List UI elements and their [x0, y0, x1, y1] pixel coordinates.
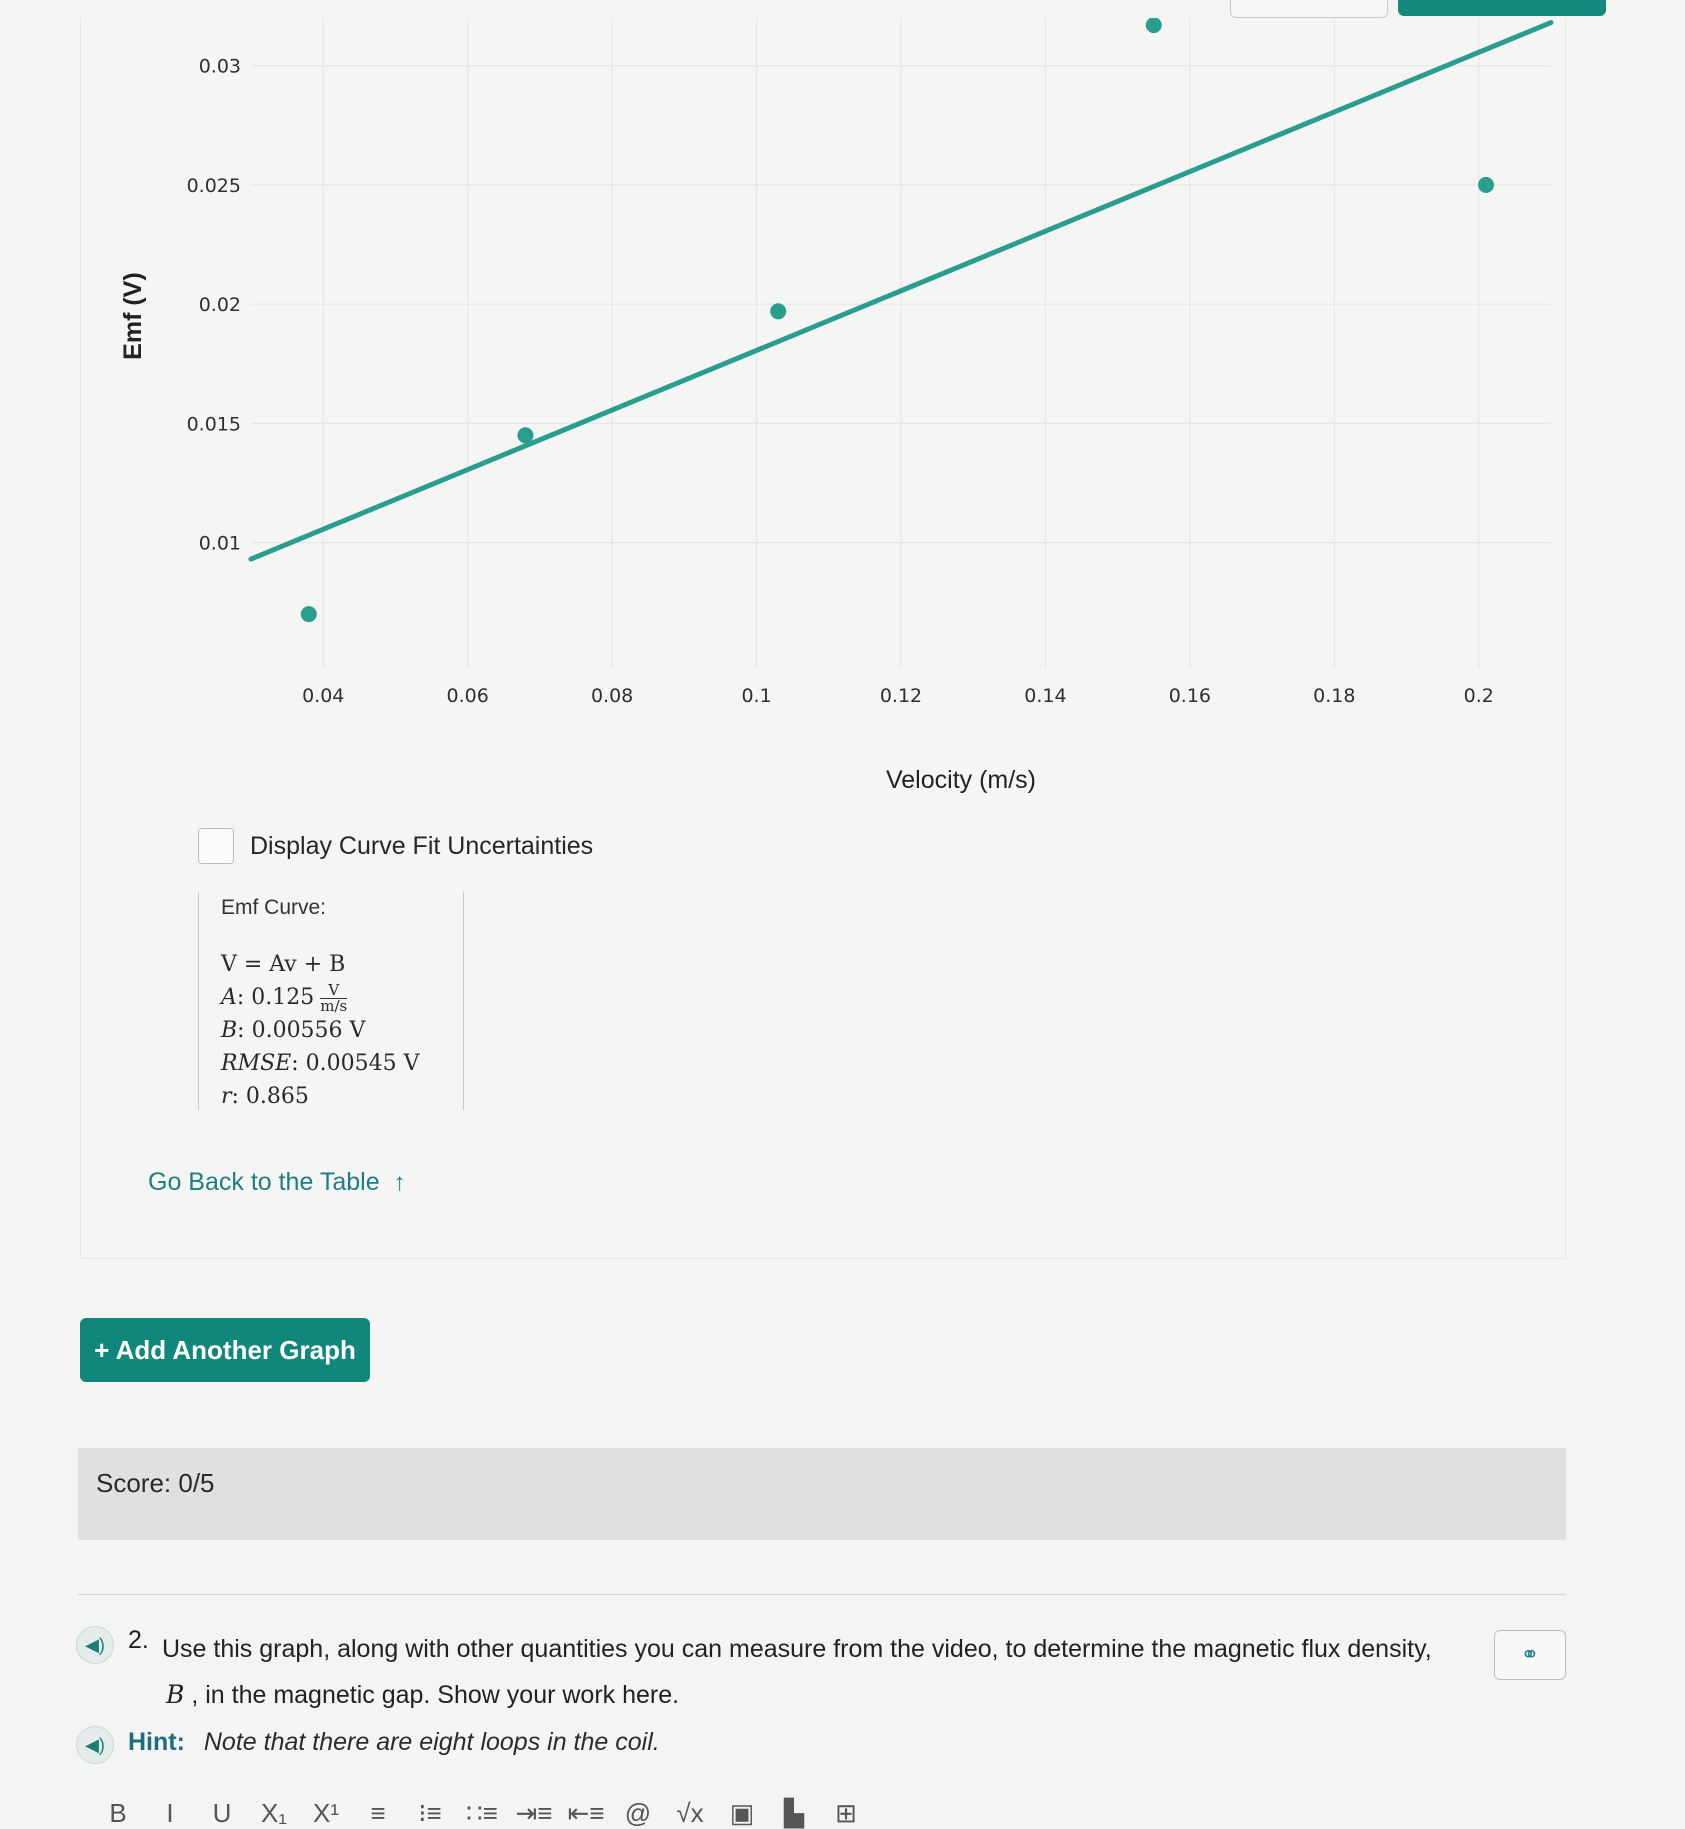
toolbar-button[interactable]: ⇥≡ [508, 1798, 560, 1829]
question-math-symbol: B [166, 1680, 185, 1709]
fit-title: Emf Curve: [221, 896, 327, 919]
speaker-icon[interactable]: ◀) [76, 1626, 114, 1664]
emf-velocity-chart: 0.01 0.015 0.02 0.025 0.03 0.04 0.06 0.08 0.1 0.… [119, 18, 1554, 794]
question-text: Use this graph, along with other quantit… [162, 1626, 1462, 1718]
hint-text: Note that there are eight loops in the c… [203, 1728, 660, 1756]
fit-rmse-label: RMSE [221, 1051, 292, 1076]
data-point [1145, 18, 1162, 34]
fit-a-unit-den: m/s [320, 996, 348, 1015]
toolbar-button[interactable]: ▙ [768, 1798, 820, 1829]
hint-label: Hint: [128, 1728, 185, 1756]
toolbar-button[interactable]: @ [612, 1798, 664, 1829]
toolbar-button[interactable]: B [92, 1798, 144, 1829]
question-text-tail: , in the magnetic gap. Show your work he… [191, 1681, 680, 1709]
x-tick-label: 0.14 [1024, 685, 1066, 707]
y-tick-label: 0.03 [199, 56, 241, 78]
data-point [770, 303, 787, 320]
toolbar-button[interactable]: I [144, 1798, 196, 1829]
fit-rmse-row: RMSE: 0.00545 V [221, 1047, 463, 1080]
toolbar-button[interactable]: ▣ [716, 1798, 768, 1829]
speaker-icon[interactable]: ◀) [76, 1726, 114, 1764]
score-text: Score: 0/5 [96, 1468, 215, 1498]
fit-b-row: B: 0.00556 V [221, 1014, 463, 1047]
toolbar-button[interactable]: ≡ [352, 1798, 404, 1829]
question-number: 2. [128, 1626, 149, 1654]
top-action-button[interactable] [1230, 0, 1388, 18]
x-tick-label: 0.06 [447, 685, 489, 707]
score-bar [78, 1448, 1566, 1540]
link-icon[interactable]: ⚭ [1494, 1630, 1566, 1680]
x-tick-label: 0.18 [1313, 685, 1355, 707]
x-tick-label: 0.12 [880, 685, 922, 707]
y-tick-label: 0.02 [199, 294, 241, 316]
y-tick-label: 0.01 [199, 533, 241, 555]
add-another-graph-button[interactable]: + Add Another Graph [80, 1318, 370, 1382]
toolbar-button[interactable]: ⊞ [820, 1798, 872, 1829]
data-point [1478, 176, 1494, 193]
go-back-label: Go Back to the Table [148, 1168, 380, 1196]
fit-a-unit: Vm/s [320, 982, 348, 1015]
editor-toolbar: B I U X₁ X¹ ≡ ⁝≡ ∷≡ ⇥≡ ⇤≡ @ √x ▣ ▙ ⊞ [92, 1798, 872, 1829]
go-back-link[interactable]: Go Back to the Table ↑ [148, 1168, 406, 1197]
x-tick-label: 0.1 [741, 685, 771, 707]
section-divider [78, 1594, 1566, 1595]
fit-a-row: A: 0.125 Vm/s [221, 981, 463, 1014]
toolbar-button[interactable]: U [196, 1798, 248, 1829]
y-tick-label: 0.025 [187, 175, 241, 197]
question-text-main: Use this graph, along with other quantit… [162, 1635, 1432, 1663]
toolbar-button[interactable]: X¹ [300, 1798, 352, 1829]
x-axis-title: Velocity (m/s) [886, 766, 1036, 794]
fit-a-value: : 0.125 [236, 985, 315, 1010]
fit-a-label: A [221, 985, 237, 1010]
x-tick-label: 0.16 [1169, 685, 1211, 707]
fit-b-label: B [221, 1018, 238, 1043]
fit-r-value: : 0.865 [231, 1084, 309, 1109]
curve-fit-results: Emf Curve: V = Av + B A: 0.125 Vm/s B: 0.… [198, 892, 464, 1110]
fit-b-value: : 0.00556 V [237, 1018, 366, 1043]
hint: Hint: Note that there are eight loops in… [128, 1728, 660, 1757]
x-tick-label: 0.04 [302, 685, 344, 707]
y-tick-label: 0.015 [187, 413, 241, 435]
fit-r-label: r [221, 1084, 232, 1109]
y-axis-title: Emf (V) [119, 272, 147, 360]
toolbar-button[interactable]: ∷≡ [456, 1798, 508, 1829]
data-point [517, 427, 534, 444]
x-tick-label: 0.08 [591, 685, 633, 707]
fit-r-row: r: 0.865 [221, 1080, 463, 1113]
arrow-up-icon: ↑ [393, 1168, 406, 1196]
fit-rmse-value: : 0.00545 V [291, 1051, 420, 1076]
top-primary-button[interactable] [1398, 0, 1606, 16]
toolbar-button[interactable]: √x [664, 1798, 716, 1829]
uncertainty-label: Display Curve Fit Uncertainties [250, 831, 594, 860]
toolbar-button[interactable]: X₁ [248, 1798, 300, 1829]
fit-equation: V = Av + B [221, 952, 346, 977]
toolbar-button[interactable]: ⇤≡ [560, 1798, 612, 1829]
toolbar-button[interactable]: ⁝≡ [404, 1798, 456, 1829]
data-point [300, 606, 317, 623]
x-tick-label: 0.2 [1464, 685, 1494, 707]
uncertainty-checkbox[interactable] [198, 828, 234, 864]
uncertainty-toggle[interactable]: Display Curve Fit Uncertainties [198, 828, 593, 864]
